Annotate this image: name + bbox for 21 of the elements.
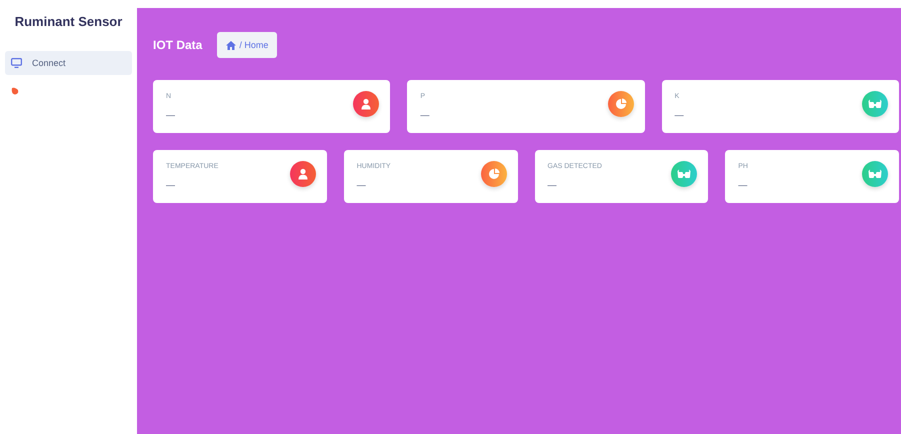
- page-title: IOT Data: [153, 38, 202, 52]
- card-value: —: [548, 180, 558, 190]
- app-title: Ruminant Sensor: [14, 14, 124, 29]
- breadcrumb[interactable]: / Home: [217, 32, 278, 58]
- person-icon: [296, 168, 309, 180]
- home-icon: [226, 40, 236, 50]
- blob-icon: [11, 87, 19, 95]
- card-value: —: [166, 180, 176, 190]
- glasses-icon: [677, 169, 692, 179]
- monitor-icon: [11, 58, 22, 68]
- glasses-icon: [868, 99, 882, 109]
- card-value: —: [674, 110, 684, 120]
- card-value: —: [738, 180, 748, 190]
- card-value: —: [356, 180, 367, 190]
- person-icon: [360, 98, 372, 110]
- nav-item[interactable]: Connect: [5, 51, 132, 75]
- card-value: —: [166, 110, 175, 120]
- pie-chart-icon: [614, 98, 627, 110]
- glasses-icon: [868, 169, 882, 179]
- pie-chart-icon: [488, 168, 500, 180]
- card-value: —: [420, 110, 430, 120]
